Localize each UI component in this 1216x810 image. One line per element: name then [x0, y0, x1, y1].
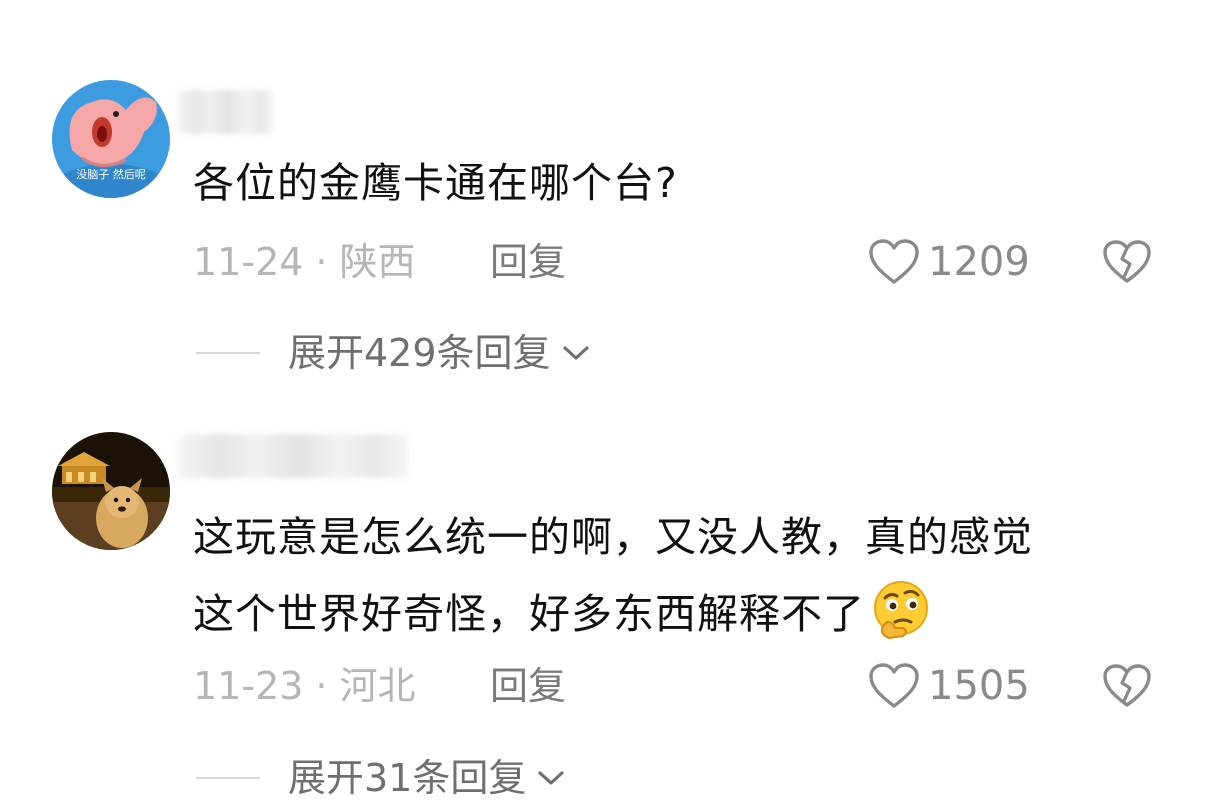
thinking-face-emoji — [874, 581, 928, 640]
comment-text-line-2: 这个世界好奇怪，好多东西解释不了 — [193, 578, 1183, 643]
username-blurred[interactable] — [178, 90, 274, 134]
broken-heart-icon — [1103, 664, 1151, 707]
comment-text: 各位的金鹰卡通在哪个台? — [193, 159, 678, 207]
expand-replies-label: 展开429条回复 — [288, 331, 551, 375]
comment-text: 这玩意是怎么统一的啊，又没人教，真的感觉 这个世界好奇怪，好多东西解释不了 — [193, 508, 1183, 643]
meta-separator: · — [315, 664, 328, 708]
comment-meta: 11-23 · 河北 — [193, 661, 416, 711]
expand-replies-label: 展开31条回复 — [288, 756, 527, 800]
divider — [196, 352, 260, 354]
comment-text-line-2-text: 这个世界好奇怪，好多东西解释不了 — [193, 590, 865, 638]
comment-date: 11-24 — [193, 240, 304, 284]
like-count: 1505 — [928, 663, 1030, 709]
heart-outline-icon — [869, 239, 919, 284]
heart-outline-icon — [869, 663, 919, 708]
like-button[interactable]: 1209 — [868, 237, 1030, 287]
reply-button[interactable]: 回复 — [490, 661, 566, 711]
expand-replies-button[interactable]: 展开429条回复 — [288, 328, 591, 378]
chevron-down-icon — [538, 771, 564, 785]
comment-location: 河北 — [339, 664, 416, 708]
dislike-button[interactable] — [1100, 661, 1154, 711]
avatar[interactable]: 没脑子 然后呢 — [52, 80, 170, 198]
chevron-down-icon — [562, 346, 589, 360]
avatar-image — [52, 432, 170, 550]
comment-text-line-1: 这玩意是怎么统一的啊，又没人教，真的感觉 — [193, 513, 1033, 561]
comment-date: 11-23 — [193, 664, 304, 708]
broken-heart-icon — [1103, 240, 1151, 283]
avatar-caption: 没脑子 然后呢 — [76, 167, 146, 181]
like-button[interactable]: 1505 — [868, 661, 1030, 711]
dislike-button[interactable] — [1100, 237, 1154, 287]
reply-button[interactable]: 回复 — [490, 237, 566, 287]
username-blurred[interactable] — [178, 434, 408, 478]
comment-location: 陕西 — [339, 240, 416, 284]
like-count: 1209 — [928, 239, 1030, 285]
meta-separator: · — [315, 240, 328, 284]
avatar[interactable] — [52, 432, 170, 550]
divider — [196, 777, 260, 779]
avatar-image: 没脑子 然后呢 — [52, 80, 170, 198]
expand-replies-button[interactable]: 展开31条回复 — [288, 753, 566, 803]
comment-meta: 11-24 · 陕西 — [193, 237, 416, 287]
